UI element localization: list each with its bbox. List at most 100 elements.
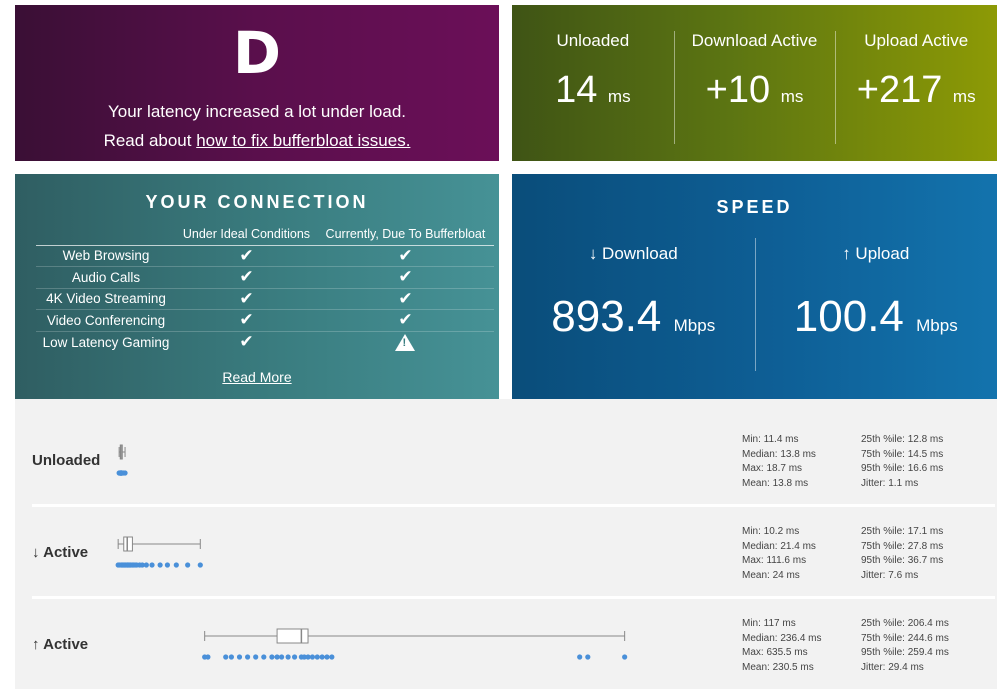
download-label: ↓ Download	[588, 244, 678, 263]
column-header-current: Currently, Due To Bufferbloat	[316, 226, 494, 246]
read-more-row: Read More	[15, 369, 499, 385]
sample-point	[269, 654, 275, 660]
use-case-name: Web Browsing	[36, 245, 176, 267]
latency-label: Unloaded	[556, 31, 630, 50]
use-case-name: Low Latency Gaming	[42, 334, 170, 350]
sample-point	[205, 654, 211, 660]
read-more-link[interactable]: Read More	[222, 369, 291, 385]
sample-point	[285, 654, 291, 660]
sample-point	[261, 654, 267, 660]
latency-value-row: 14 ms	[512, 69, 674, 112]
upload-value-row: 100.4 Mbps	[755, 292, 998, 342]
connection-row: Web Browsing ✔ ✔	[36, 245, 494, 267]
grade-panel: D Your latency increased a lot under loa…	[15, 5, 499, 161]
check-icon: ✔	[239, 332, 254, 351]
sample-point	[236, 654, 243, 660]
warning-icon: !	[317, 331, 494, 353]
stat-min: Min: 117 ms	[742, 618, 796, 629]
connection-row: 4K Video Streaming ✔ ✔	[36, 288, 494, 310]
stats-left: Min: 117 ms Median: 236.4 ms Max: 635.5 …	[742, 617, 822, 675]
grade-read-prefix: Read about	[103, 131, 192, 150]
stats-left: Min: 10.2 ms Median: 21.4 ms Max: 111.6 …	[742, 525, 816, 583]
latency-value-row: +217 ms	[835, 69, 997, 112]
sample-point	[173, 562, 179, 568]
grade-description: Your latency increased a lot under load.	[107, 102, 406, 121]
connection-row: Low Latency Gaming ✔!	[36, 331, 494, 353]
stat-jitter: Jitter: 29.4 ms	[861, 661, 924, 673]
sample-point	[157, 562, 163, 568]
sample-point	[122, 470, 128, 476]
sample-point	[585, 654, 591, 660]
sample-point	[197, 562, 203, 568]
grade-read-row: Read about how to fix bufferbloat issues…	[15, 131, 499, 151]
stat-max: Max: 635.5 ms	[742, 647, 808, 659]
sample-point	[253, 654, 259, 660]
stat-max: Max: 18.7 ms	[742, 463, 803, 475]
stat-mean: Mean: 230.5 ms	[742, 661, 814, 673]
stat-p75: 75th %ile: 27.8 ms	[861, 540, 944, 552]
sample-point	[228, 654, 234, 660]
download-value: 893.4	[551, 292, 662, 341]
latency-value: +217	[856, 69, 943, 111]
use-case-name: 4K Video Streaming	[36, 288, 176, 310]
detail-label: ↓ Active	[32, 544, 89, 561]
latency-detail-row-upload: ↑ Active Min: 117 ms Median: 236.4 ms Ma…	[32, 594, 997, 682]
stat-p25: 25th %ile: 206.4 ms	[861, 618, 949, 629]
stat-p95: 95th %ile: 16.6 ms	[861, 463, 944, 475]
latency-boxplot	[202, 628, 628, 660]
sample-point	[622, 654, 628, 660]
detail-label: ↑ Active	[32, 636, 89, 653]
column-header-ideal: Under Ideal Conditions	[176, 226, 317, 246]
connection-table: Under Ideal Conditions Currently, Due To…	[36, 226, 494, 353]
download-unit: Mbps	[673, 316, 716, 335]
latency-boxplot	[116, 444, 128, 476]
stat-min: Min: 10.2 ms	[742, 526, 800, 537]
latency-value: 14	[555, 69, 598, 111]
sample-point	[291, 654, 298, 660]
sample-point	[577, 654, 583, 660]
check-icon: ✔	[316, 288, 494, 310]
latency-label: Download Active	[691, 31, 818, 50]
check-icon: ✔	[176, 309, 317, 332]
stat-p95: 95th %ile: 36.7 ms	[861, 555, 944, 567]
stat-mean: Mean: 24 ms	[742, 569, 800, 581]
upload-unit: Mbps	[916, 316, 958, 335]
stat-mean: Mean: 13.8 ms	[742, 477, 809, 489]
connection-header-row: Under Ideal Conditions Currently, Due To…	[36, 226, 494, 246]
connection-table-body: Web Browsing ✔ ✔ Audio Calls ✔ ✔ 4K Video Stre…	[36, 245, 494, 353]
detail-label: Unloaded	[32, 452, 101, 469]
latency-value: +10	[705, 69, 771, 111]
stat-p95: 95th %ile: 259.4 ms	[861, 647, 949, 659]
stat-p75: 75th %ile: 244.6 ms	[861, 632, 949, 644]
stat-p75: 75th %ile: 14.5 ms	[861, 448, 944, 460]
stat-p25: 25th %ile: 17.1 ms	[861, 526, 944, 537]
speed-title: SPEED	[716, 197, 793, 217]
stats-right: 25th %ile: 12.8 ms 75th %ile: 14.5 ms 95…	[861, 433, 943, 491]
stats-right: 25th %ile: 17.1 ms 75th %ile: 27.8 ms 95…	[861, 525, 943, 583]
upload-label: ↑ Upload	[842, 244, 910, 263]
connection-row: Video Conferencing ✔ ✔	[36, 309, 494, 332]
connection-panel: YOUR CONNECTION Under Ideal Conditions C…	[15, 174, 499, 399]
latency-detail-row-unloaded: Unloaded Min: 11.4 ms Median: 13.8 ms Ma…	[32, 410, 997, 498]
speed-panel: SPEED ↓ Download 893.4 Mbps ↑ Upload 100…	[512, 174, 997, 399]
sample-point	[319, 654, 325, 660]
connection-title: YOUR CONNECTION	[145, 192, 369, 212]
connection-row: Audio Calls ✔ ✔	[36, 266, 494, 289]
latency-label: Upload Active	[864, 31, 969, 50]
latency-unloaded: Unloaded 14 ms	[512, 5, 674, 161]
bufferbloat-fix-link[interactable]: how to fix bufferbloat issues.	[196, 131, 410, 150]
sample-point	[314, 654, 320, 660]
latency-unit: ms	[952, 87, 976, 106]
sample-point	[149, 562, 155, 568]
latency-unit: ms	[780, 87, 804, 106]
latency-value-row: +10 ms	[674, 69, 836, 112]
stat-jitter: Jitter: 1.1 ms	[861, 477, 919, 489]
latency-unit: ms	[607, 87, 631, 106]
stat-p25: 25th %ile: 12.8 ms	[861, 434, 944, 445]
stat-min: Min: 11.4 ms	[742, 434, 799, 445]
sample-point	[274, 654, 280, 660]
sample-point	[185, 562, 191, 568]
upload-speed: ↑ Upload 100.4 Mbps	[754, 238, 998, 371]
iqr-box	[123, 536, 133, 552]
use-case-name: Video Conferencing	[36, 309, 176, 332]
